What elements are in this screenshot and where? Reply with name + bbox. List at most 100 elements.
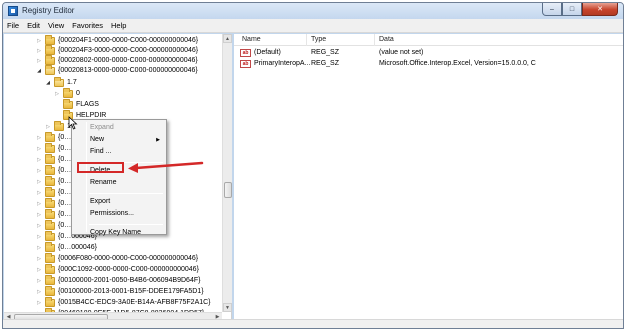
expand-arrow-icon[interactable]: ▷: [36, 155, 42, 165]
context-item-new[interactable]: New: [90, 135, 164, 145]
expand-arrow-icon[interactable]: ▷: [36, 188, 42, 198]
tree-node[interactable]: ▷ {00100000-2001-0050-B4B6-006094B9D64F}: [4, 275, 222, 286]
expand-arrow-icon[interactable]: ▷: [36, 177, 42, 187]
column-data[interactable]: Data: [379, 36, 394, 43]
folder-icon: [54, 121, 64, 131]
expand-arrow-icon[interactable]: ▷: [36, 166, 42, 176]
registry-editor-icon: [8, 6, 18, 16]
collapse-arrow-icon[interactable]: ◢: [45, 78, 51, 88]
tree-node[interactable]: ◢ {00020813-0000-0000-C000-000000000046}: [4, 65, 222, 76]
menu-bar: File Edit View Favorites Help: [3, 19, 623, 33]
column-divider[interactable]: [306, 34, 307, 46]
tree-node[interactable]: ▷ {000204F3-0000-0000-C000-000000000046}: [4, 45, 222, 56]
scroll-thumb[interactable]: [224, 182, 232, 198]
folder-icon: [45, 286, 55, 296]
expand-arrow-icon[interactable]: ▷: [36, 56, 42, 66]
tree-node[interactable]: ▷ {0006F080-0000-0000-C000-000000000046}: [4, 253, 222, 264]
expand-arrow-icon[interactable]: ▷: [45, 122, 51, 132]
tree-node[interactable]: ▷ {00100000-2013-0001-B15F-DDEE179FA5D1}: [4, 286, 222, 297]
folder-icon: [45, 297, 55, 307]
column-type[interactable]: Type: [311, 36, 326, 43]
menu-edit[interactable]: Edit: [27, 21, 40, 30]
folder-icon: [45, 209, 55, 219]
context-item-expand[interactable]: Expand: [90, 123, 164, 133]
tree-node[interactable]: ▷ {000C1092-0000-0000-C000-000000000046}: [4, 264, 222, 275]
folder-icon: [63, 99, 73, 109]
tree-node[interactable]: ▷ {000204F1-0000-0000-C000-000000000046}: [4, 35, 222, 46]
minimize-button[interactable]: –: [542, 3, 562, 16]
tree-vertical-scrollbar[interactable]: ▲ ▼: [222, 34, 232, 312]
scroll-down-icon[interactable]: ▼: [223, 303, 232, 312]
tree-node-label: {00020813-0000-0000-C000-000000000046}: [58, 67, 198, 74]
tree-node-label: {000C1092-0000-0000-C000-000000000046}: [58, 266, 199, 273]
folder-icon: [45, 275, 55, 285]
expand-arrow-icon[interactable]: ▷: [36, 298, 42, 308]
context-item-find[interactable]: Find ...: [90, 147, 164, 157]
expand-arrow-icon[interactable]: ▷: [36, 199, 42, 209]
tree-node[interactable]: FLAGS: [4, 99, 222, 110]
list-row[interactable]: ab (Default) REG_SZ (value not set): [234, 48, 623, 58]
expand-arrow-icon[interactable]: ▷: [36, 254, 42, 264]
folder-icon: [63, 88, 73, 98]
menu-separator: [89, 224, 163, 225]
expand-arrow-icon[interactable]: ▷: [36, 133, 42, 143]
tree-node-label: {00100000-2013-0001-B15F-DDEE179FA5D1}: [58, 288, 204, 295]
column-divider[interactable]: [374, 34, 375, 46]
expand-arrow-icon[interactable]: ▷: [36, 265, 42, 275]
window-controls: – □ ✕: [542, 3, 618, 16]
tree-node[interactable]: ▷ {0015B4CC-EDC9-3A0E-B14A-AFB8F75F2A1C}: [4, 297, 222, 308]
window-title: Registry Editor: [22, 6, 75, 15]
expand-arrow-icon[interactable]: ▷: [54, 89, 60, 99]
menu-gutter: [86, 122, 87, 232]
expand-arrow-icon[interactable]: ▷: [36, 287, 42, 297]
tree-node-label: {00020802-0000-0000-C000-000000000046}: [58, 57, 198, 64]
tree-node[interactable]: ▷ {0…000046}: [4, 242, 222, 253]
menu-help[interactable]: Help: [111, 21, 126, 30]
context-item-rename[interactable]: Rename: [90, 178, 164, 188]
expand-arrow-icon[interactable]: ▷: [36, 243, 42, 253]
menu-view[interactable]: View: [48, 21, 64, 30]
list-header: Name Type Data: [234, 34, 623, 46]
maximize-button[interactable]: □: [562, 3, 582, 16]
column-name[interactable]: Name: [242, 36, 261, 43]
context-item-export[interactable]: Export: [90, 197, 164, 207]
folder-icon: [45, 264, 55, 274]
context-item-permissions[interactable]: Permissions...: [90, 209, 164, 219]
value-data: (value not set): [379, 49, 424, 56]
list-row[interactable]: ab PrimaryInteropA... REG_SZ Microsoft.O…: [234, 59, 623, 69]
tree-node-label: {000204F3-0000-0000-C000-000000000046}: [58, 47, 199, 54]
expand-arrow-icon[interactable]: ▷: [36, 232, 42, 242]
folder-icon: [45, 65, 55, 75]
collapse-arrow-icon[interactable]: ◢: [36, 66, 42, 76]
context-item-copy-key-name[interactable]: Copy Key Name: [90, 228, 164, 238]
tree-node-label: {00100000-2001-0050-B4B6-006094B9D64F}: [58, 277, 201, 284]
tree-node-label: {000204F1-0000-0000-C000-000000000046}: [58, 37, 199, 44]
folder-icon: [45, 35, 55, 45]
title-bar[interactable]: Registry Editor – □ ✕: [3, 3, 623, 19]
folder-icon: [54, 77, 64, 87]
value-name: (Default): [254, 49, 281, 56]
tree-node[interactable]: ▷ {00020802-0000-0000-C000-000000000046}: [4, 55, 222, 66]
value-type: REG_SZ: [311, 49, 340, 56]
expand-arrow-icon[interactable]: ▷: [36, 276, 42, 286]
tree-node[interactable]: ◢ 1.7: [4, 77, 222, 88]
value-type: REG_SZ: [311, 60, 340, 67]
menu-favorites[interactable]: Favorites: [72, 21, 103, 30]
expand-arrow-icon[interactable]: ▷: [36, 36, 42, 46]
expand-arrow-icon[interactable]: ▷: [36, 221, 42, 231]
tree-node[interactable]: ▷ 0: [4, 88, 222, 99]
submenu-arrow-icon: ▶: [156, 137, 160, 143]
values-list[interactable]: Name Type Data ab (Default) REG_SZ (valu…: [234, 34, 623, 320]
expand-arrow-icon[interactable]: ▷: [36, 144, 42, 154]
tree-node-label: 1.7: [67, 79, 77, 86]
value-name: PrimaryInteropA...: [254, 60, 311, 67]
tree-node-label: FLAGS: [76, 101, 99, 108]
expand-arrow-icon[interactable]: ▷: [36, 210, 42, 220]
scroll-up-icon[interactable]: ▲: [223, 34, 232, 43]
close-button[interactable]: ✕: [582, 3, 618, 16]
menu-separator: [89, 193, 163, 194]
folder-icon: [45, 143, 55, 153]
expand-arrow-icon[interactable]: ▷: [36, 46, 42, 56]
menu-file[interactable]: File: [7, 21, 19, 30]
tree-node-label: {0…000046}: [58, 244, 97, 251]
